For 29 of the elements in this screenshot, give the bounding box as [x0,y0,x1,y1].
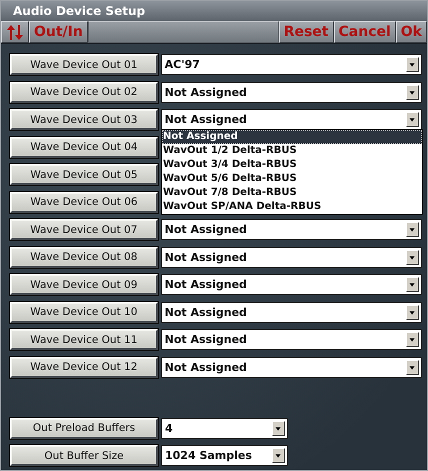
device-button[interactable]: Wave Device Out 10 [10,302,158,322]
device-select[interactable]: Not Assigned [160,329,422,350]
device-button[interactable]: Wave Device Out 08 [10,246,158,268]
device-select[interactable]: Not Assigned [160,302,422,322]
device-button[interactable]: Wave Device Out 06 [10,192,158,212]
dropdown-option[interactable]: Not Assigned [162,130,422,144]
device-select[interactable]: Not Assigned [160,274,422,295]
buffer-button[interactable]: Out Preload Buffers [10,418,158,438]
swap-arrows-button[interactable] [1,21,29,43]
device-select[interactable]: Not Assigned [160,246,422,268]
up-down-arrows-icon [6,24,24,40]
device-select[interactable]: Not Assigned [160,82,422,102]
device-select[interactable]: Not Assigned [160,219,422,240]
device-button[interactable]: Wave Device Out 09 [10,274,158,295]
device-select[interactable]: Not Assigned [160,356,422,378]
device-select[interactable]: AC'97 [160,54,422,75]
device-button[interactable]: Wave Device Out 01 [10,54,158,75]
device-button[interactable]: Wave Device Out 12 [10,356,158,378]
device-button[interactable]: Wave Device Out 02 [10,82,158,102]
device-button[interactable]: Wave Device Out 11 [10,329,158,350]
device-button[interactable]: Wave Device Out 03 [10,109,158,130]
buffer-select[interactable]: 1024 Samples [161,445,288,466]
device-button[interactable]: Wave Device Out 05 [10,164,158,185]
device-select[interactable]: Not Assigned [160,109,422,130]
buffer-button[interactable]: Out Buffer Size [10,445,158,466]
device-button[interactable]: Wave Device Out 04 [10,136,158,158]
window-title: Audio Device Setup [13,4,146,18]
device-button[interactable]: Wave Device Out 07 [10,219,158,240]
buffer-select[interactable]: 4 [161,418,288,438]
